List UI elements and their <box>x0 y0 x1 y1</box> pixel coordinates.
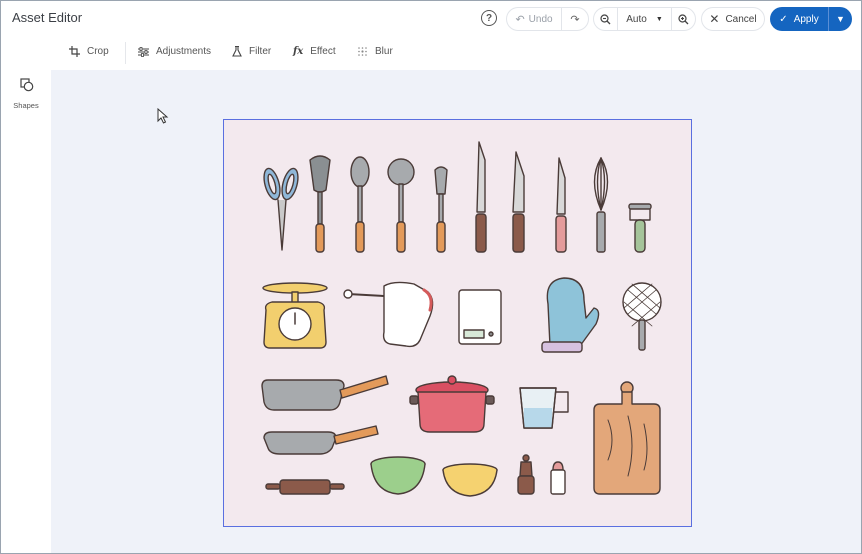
whisk-image <box>593 157 609 253</box>
image-canvas[interactable] <box>223 119 692 527</box>
apply-dropdown-button[interactable]: ▼ <box>828 7 852 31</box>
tool-blur[interactable]: Blur <box>357 46 393 57</box>
redo-icon: ↷ <box>570 13 580 26</box>
zoom-out-icon <box>600 13 611 24</box>
edit-toolbar: Crop Adjustments Filter fx Effect Blur <box>1 36 861 70</box>
shapes-icon <box>20 78 34 92</box>
paring-knife-image <box>555 157 567 253</box>
pepper-grinder-image <box>517 454 535 495</box>
hand-mixer-image <box>343 281 434 348</box>
ladle-image <box>387 158 415 253</box>
measuring-cup-image <box>519 387 569 429</box>
cancel-label: Cancel <box>725 13 757 25</box>
rolling-pin-image <box>265 479 345 495</box>
tool-crop[interactable]: Crop <box>69 46 109 57</box>
apply-button[interactable]: ✓ Apply <box>770 7 828 31</box>
shapes-label: Shapes <box>13 101 39 110</box>
toolbar-divider <box>125 42 126 64</box>
small-spatula-image <box>434 166 448 253</box>
frying-pan-image <box>261 375 389 411</box>
tool-filter-label: Filter <box>249 46 272 57</box>
salt-shaker-image <box>550 461 566 495</box>
zoom-select[interactable]: Auto ▼ <box>617 7 671 31</box>
cleaver-knife-image <box>512 151 525 253</box>
sliders-icon <box>138 46 149 57</box>
tool-crop-label: Crop <box>87 46 109 57</box>
caret-down-icon: ▼ <box>836 14 845 24</box>
redo-button[interactable]: ↷ <box>561 7 589 31</box>
close-icon: ✕ <box>709 12 720 26</box>
tool-filter[interactable]: Filter <box>232 46 271 57</box>
header-bar: Asset Editor ? ↶ Undo ↷ Auto ▼ ✕ Cancel … <box>1 1 861 36</box>
tool-effect[interactable]: fx Effect <box>293 46 336 57</box>
undo-label: Undo <box>528 13 553 25</box>
spatula-image <box>309 155 331 253</box>
oven-mitt-image <box>541 277 600 353</box>
help-icon[interactable]: ? <box>481 10 497 26</box>
flask-icon <box>232 46 242 57</box>
yellow-bowl-image <box>442 463 498 497</box>
apply-label: Apply <box>793 13 819 25</box>
app-title: Asset Editor <box>12 10 83 25</box>
zoom-out-button[interactable] <box>593 7 617 31</box>
blur-icon <box>358 47 367 56</box>
shapes-button[interactable]: Shapes <box>1 70 51 114</box>
green-bowl-image <box>370 456 426 495</box>
check-icon: ✓ <box>779 13 788 25</box>
mouse-pointer-icon <box>157 108 169 124</box>
zoom-in-button[interactable] <box>671 7 696 31</box>
crop-icon <box>69 46 80 57</box>
tool-adjustments[interactable]: Adjustments <box>138 46 211 57</box>
undo-button[interactable]: ↶ Undo <box>506 7 561 31</box>
zoom-in-icon <box>678 13 689 24</box>
chef-knife-image <box>475 141 487 253</box>
cutting-board-image <box>593 381 661 495</box>
tool-adjustments-label: Adjustments <box>156 46 212 57</box>
kitchen-utensils-illustration <box>261 141 662 497</box>
chevron-down-icon: ▼ <box>655 15 663 23</box>
scissors-image <box>263 167 299 251</box>
tool-blur-label: Blur <box>375 46 393 57</box>
pot-image <box>409 375 495 433</box>
peeler-image <box>628 203 652 253</box>
zoom-value: Auto <box>626 13 647 25</box>
cancel-button[interactable]: ✕ Cancel <box>701 7 765 31</box>
digital-scale-image <box>458 289 502 345</box>
fx-icon: fx <box>293 46 304 57</box>
spoon-image <box>350 156 370 253</box>
sauce-pan-image <box>263 425 379 455</box>
tool-effect-label: Effect <box>310 46 336 57</box>
app-window: Asset Editor ? ↶ Undo ↷ Auto ▼ ✕ Cancel … <box>0 0 862 554</box>
undo-icon: ↶ <box>515 13 525 26</box>
sieve-image <box>622 282 662 351</box>
kitchen-scale-image <box>262 282 328 349</box>
left-sidebar: Shapes <box>1 70 51 553</box>
